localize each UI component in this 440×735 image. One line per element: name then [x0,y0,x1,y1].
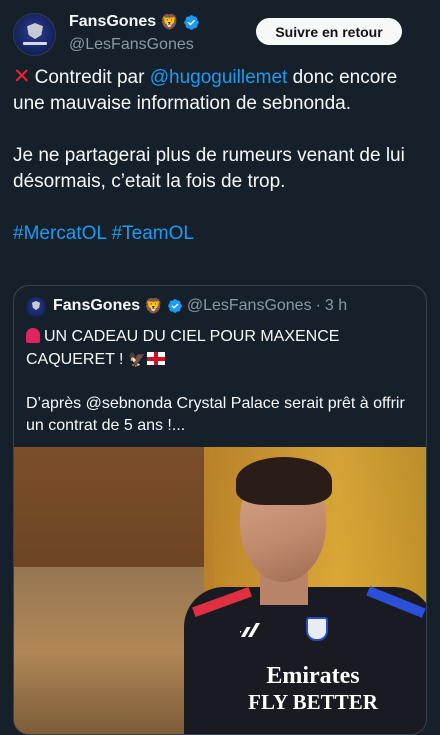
quoted-body: D’après @sebnonda Crystal Palace serait … [26,395,405,434]
ol-crest-icon [306,617,328,641]
eagle-icon: 🦅 [127,351,146,367]
quoted-text: UN CADEAU DU CIEL POUR MAXENCE CAQUERET … [26,326,416,437]
tweet-paragraph-1: ✕ Contredit par @hugoguillemet donc encor… [13,65,398,114]
adidas-logo-icon [240,623,260,637]
quoted-tweet[interactable]: FansGones 🦁 @LesFansGones · 3 h UN CADEA… [13,285,427,735]
separator-dot: · [315,297,321,314]
quoted-headline: UN CADEAU DU CIEL POUR MAXENCE CAQUERET … [26,328,340,368]
hashtags: #MercatOL #TeamOL [13,221,423,247]
hashtag-link[interactable]: #MercatOL [13,223,106,244]
tweet: FansGones 🦁 @LesFansGones Suivre en reto… [0,0,440,735]
quoted-avatar [26,297,46,317]
verified-badge-icon [167,299,182,313]
author-handle[interactable]: @LesFansGones [69,36,194,54]
tweet-text: ✕ Contredit par @hugoguillemet donc encor… [13,64,423,247]
quoted-display-name: FansGones [53,297,141,314]
quoted-timestamp: 3 h [324,297,348,314]
cross-mark-icon: ✕ [13,65,31,88]
verified-badge-icon [184,14,199,30]
club-crest-icon [32,301,40,310]
jersey-sponsor-text: Emirates FLY BETTER [248,663,378,714]
quoted-header: FansGones 🦁 @LesFansGones · 3 h [53,297,347,315]
club-crest-icon [27,23,43,39]
hashtag-link[interactable]: #TeamOL [112,223,194,244]
quoted-media-photo[interactable]: Emirates FLY BETTER [14,447,426,734]
lion-emoji: 🦁 [160,13,179,31]
author-name-row: FansGones 🦁 [69,13,200,31]
mention-link[interactable]: @hugoguillemet [150,67,288,88]
follow-back-button[interactable]: Suivre en retour [256,18,402,45]
author-display-name[interactable]: FansGones [69,13,156,31]
lion-emoji: 🦁 [144,297,163,315]
tweet-paragraph-2: Je ne partagerai plus de rumeurs venant … [13,145,405,192]
england-flag-icon [147,352,166,365]
quoted-handle: @LesFansGones [186,297,312,314]
avatar[interactable] [13,13,56,56]
siren-icon [26,328,40,343]
